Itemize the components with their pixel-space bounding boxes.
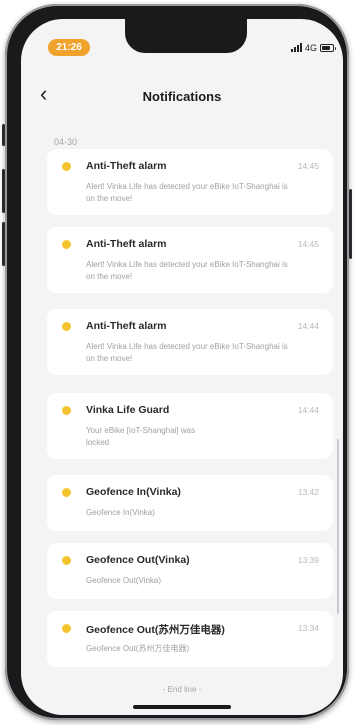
unread-dot-icon xyxy=(62,556,71,565)
notification-time: 13:42 xyxy=(297,487,319,497)
notification-card[interactable]: Geofence In(Vinka) 13:42 Geofence In(Vin… xyxy=(47,475,333,531)
notification-body: Alert! Vinka Life has detected your eBik… xyxy=(86,260,288,281)
notification-body: Alert! Vinka Life has detected your eBik… xyxy=(86,182,288,203)
status-indicators: 4G xyxy=(291,39,337,56)
notification-body: Geofence In(Vinka) xyxy=(86,508,155,517)
notification-title: Anti-Theft alarm xyxy=(86,238,167,250)
unread-dot-icon xyxy=(62,406,71,415)
notification-time: 14:45 xyxy=(297,161,319,171)
notification-title: Geofence In(Vinka) xyxy=(86,486,181,498)
notification-title: Vinka Life Guard xyxy=(86,404,170,416)
unread-dot-icon xyxy=(62,240,71,249)
signal-icon xyxy=(291,43,302,52)
mute-switch xyxy=(2,124,5,146)
power-button xyxy=(349,189,352,259)
phone-frame: 21:26 4G ‹ Notifications 04-30 Anti-Thef… xyxy=(2,4,352,720)
home-indicator[interactable] xyxy=(133,705,231,709)
notification-card[interactable]: Anti-Theft alarm 14:45 Alert! Vinka Life… xyxy=(47,149,333,215)
notification-time: 13:39 xyxy=(297,555,319,565)
notification-card[interactable]: Geofence Out(苏州万佳电器) 13:34 Geofence Out(… xyxy=(47,611,333,667)
unread-dot-icon xyxy=(62,322,71,331)
scrollbar[interactable] xyxy=(337,439,339,614)
unread-dot-icon xyxy=(62,488,71,497)
notch xyxy=(125,19,247,53)
notification-title: Geofence Out(Vinka) xyxy=(86,554,190,566)
notification-body: Alert! Vinka Life has detected your eBik… xyxy=(86,342,288,363)
volume-up-button xyxy=(2,169,5,213)
notification-body: Your eBike [IoT-Shanghai] was locked xyxy=(86,426,196,447)
notification-title: Anti-Theft alarm xyxy=(86,320,167,332)
battery-icon xyxy=(320,43,337,52)
navigation-bar: ‹ Notifications xyxy=(21,81,343,111)
app-screen: 21:26 4G ‹ Notifications 04-30 Anti-Thef… xyxy=(21,19,343,715)
network-label: 4G xyxy=(305,42,318,53)
notification-title: Anti-Theft alarm xyxy=(86,160,167,172)
notification-time: 14:45 xyxy=(297,239,319,249)
notification-time: 14:44 xyxy=(297,321,319,331)
unread-dot-icon xyxy=(62,624,71,633)
unread-dot-icon xyxy=(62,162,71,171)
date-label: 04-30 xyxy=(54,137,78,147)
notification-body: Geofence Out(苏州万佳电器) xyxy=(86,644,190,653)
notification-card[interactable]: Anti-Theft alarm 14:45 Alert! Vinka Life… xyxy=(47,227,333,293)
notification-time: 13:34 xyxy=(297,623,319,633)
notification-time: 14:44 xyxy=(297,405,319,415)
end-of-list-label: - End line - xyxy=(162,685,202,694)
notification-card[interactable]: Geofence Out(Vinka) 13:39 Geofence Out(V… xyxy=(47,543,333,599)
notification-body: Geofence Out(Vinka) xyxy=(86,576,162,585)
notification-card[interactable]: Anti-Theft alarm 14:44 Alert! Vinka Life… xyxy=(47,309,333,375)
notification-card[interactable]: Vinka Life Guard 14:44 Your eBike [IoT-S… xyxy=(47,393,333,459)
notification-title: Geofence Out(苏州万佳电器) xyxy=(86,624,225,636)
volume-down-button xyxy=(2,222,5,266)
status-time: 21:26 xyxy=(48,39,90,56)
page-title: Notifications xyxy=(142,89,222,104)
